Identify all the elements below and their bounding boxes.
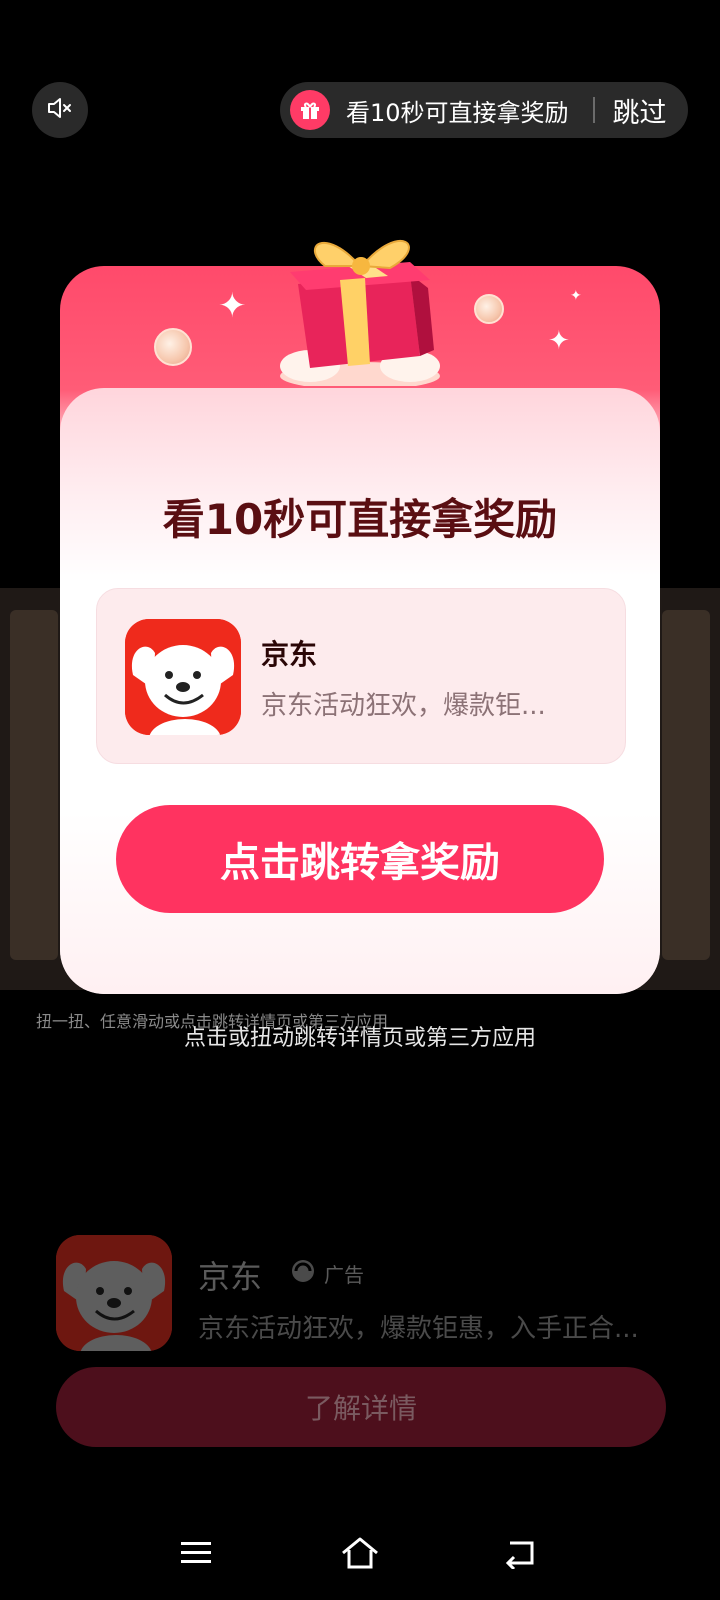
app-card[interactable]: 京东 京东活动狂欢，爆款钜... (96, 588, 626, 764)
ad-label: 广告 (324, 1262, 364, 1287)
sparkle-icon: ✦ (548, 326, 570, 356)
bottom-app-description: 京东活动狂欢，爆款钜惠，入手正合... (198, 1314, 639, 1344)
app-description: 京东活动狂欢，爆款钜... (261, 691, 546, 721)
coin-icon (154, 328, 192, 366)
mute-button[interactable] (32, 82, 88, 138)
menu-icon (179, 1538, 213, 1572)
hint-text: 点击或扭动跳转详情页或第三方应用 (183, 1026, 536, 1051)
gift-icon (290, 90, 330, 130)
gift-box-illustration (270, 226, 450, 390)
ad-logo-icon (290, 1258, 316, 1288)
sparkle-icon: ✦ (570, 288, 582, 304)
reward-countdown-pill: 看10秒可直接拿奖励 跳过 (280, 82, 688, 138)
bottom-app-name: 京东 (198, 1258, 263, 1296)
jd-app-icon (125, 619, 241, 735)
learn-more-button[interactable]: 了解详情 (56, 1367, 666, 1447)
claim-reward-button[interactable]: 点击跳转拿奖励 (116, 805, 604, 913)
home-icon (340, 1536, 380, 1574)
coin-icon (474, 294, 504, 324)
menu-button[interactable] (166, 1530, 226, 1580)
speaker-muted-icon (45, 93, 75, 127)
sparkle-icon: ✦ (218, 286, 247, 326)
modal-title: 看10秒可直接拿奖励 (162, 495, 558, 544)
back-icon (502, 1537, 538, 1573)
home-button[interactable] (330, 1530, 390, 1580)
pill-divider (592, 97, 595, 123)
skip-button[interactable]: 跳过 (613, 91, 667, 130)
jd-app-icon-faded[interactable] (56, 1235, 172, 1351)
back-button[interactable] (490, 1530, 550, 1580)
app-name: 京东 (261, 638, 318, 671)
ad-badge: 广告 (290, 1258, 364, 1288)
reward-text: 看10秒可直接拿奖励 (346, 98, 569, 127)
